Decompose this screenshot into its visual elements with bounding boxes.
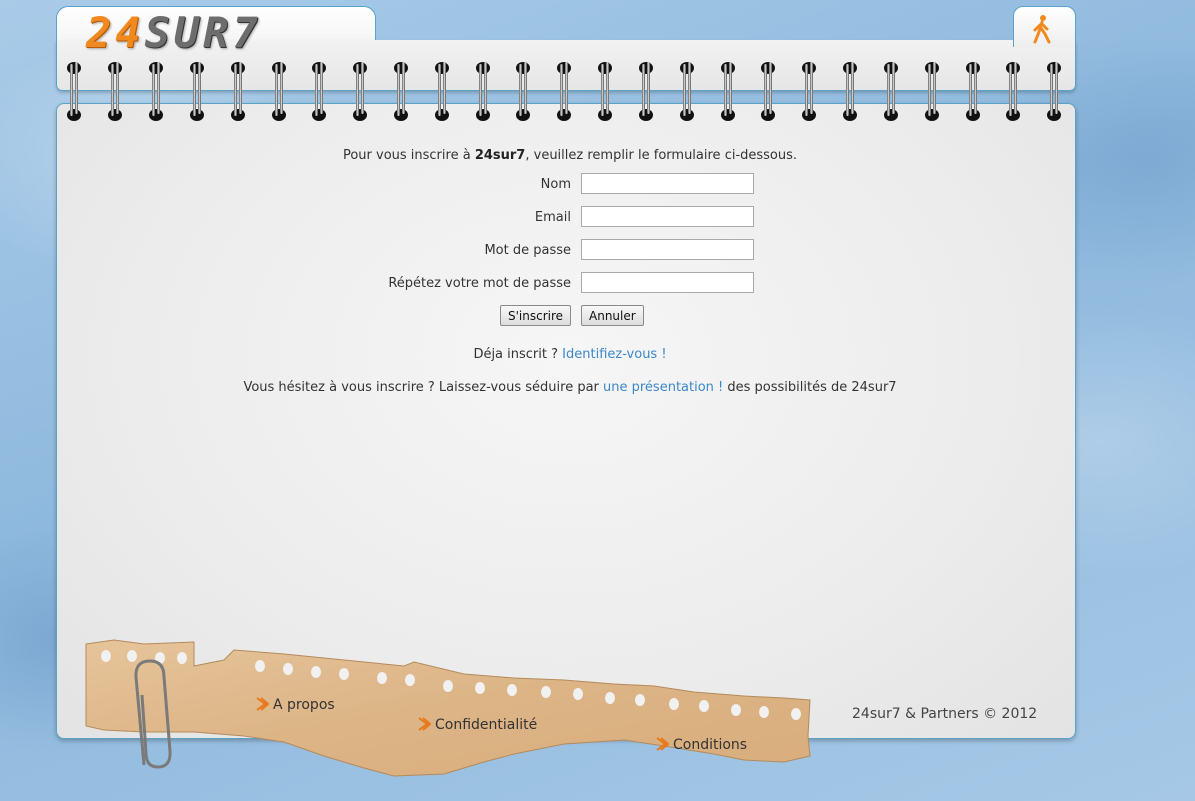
email-input[interactable] [581, 206, 754, 227]
presentation-link[interactable]: une présentation ! [603, 380, 723, 395]
paperclip-icon [134, 659, 172, 769]
nom-input[interactable] [581, 173, 754, 194]
form-row-password: Mot de passe [0, 239, 1195, 263]
footer-link-privacy[interactable]: Confidentialité [417, 716, 537, 733]
torn-paper-footer [85, 639, 811, 777]
cancel-button[interactable]: Annuler [581, 305, 644, 326]
login-line: Déja inscrit ? Identifiez-vous ! [473, 347, 667, 362]
form-row-nom: Nom [0, 173, 1195, 197]
chevron-right-icon [418, 717, 431, 731]
password-repeat-label: Répétez votre mot de passe [388, 276, 571, 291]
nom-label: Nom [540, 177, 571, 192]
footer-link-conditions[interactable]: Conditions [655, 736, 747, 753]
spiral-binding [67, 62, 1061, 121]
password-input[interactable] [581, 239, 754, 260]
promo-line: Vous hésitez à vous inscrire ? Laissez-v… [243, 380, 897, 395]
form-row-password-repeat: Répétez votre mot de passe [0, 272, 1195, 296]
copyright-text: 24sur7 & Partners © 2012 [852, 706, 1038, 722]
chevron-right-icon [256, 697, 269, 711]
form-row-email: Email [0, 206, 1195, 230]
password-repeat-input[interactable] [581, 272, 754, 293]
app-logo[interactable]: 24SUR7 [86, 12, 262, 54]
intro-text: Pour vous inscrire à 24sur7, veuillez re… [342, 148, 798, 163]
walking-person-icon[interactable] [1030, 14, 1054, 46]
password-label: Mot de passe [484, 243, 571, 258]
chevron-right-icon [656, 737, 669, 751]
submit-button[interactable]: S'inscrire [500, 305, 572, 326]
footer-link-about[interactable]: A propos [255, 696, 335, 713]
login-link[interactable]: Identifiez-vous ! [562, 347, 666, 362]
intro-brand: 24sur7 [474, 148, 526, 163]
email-label: Email [534, 210, 571, 225]
